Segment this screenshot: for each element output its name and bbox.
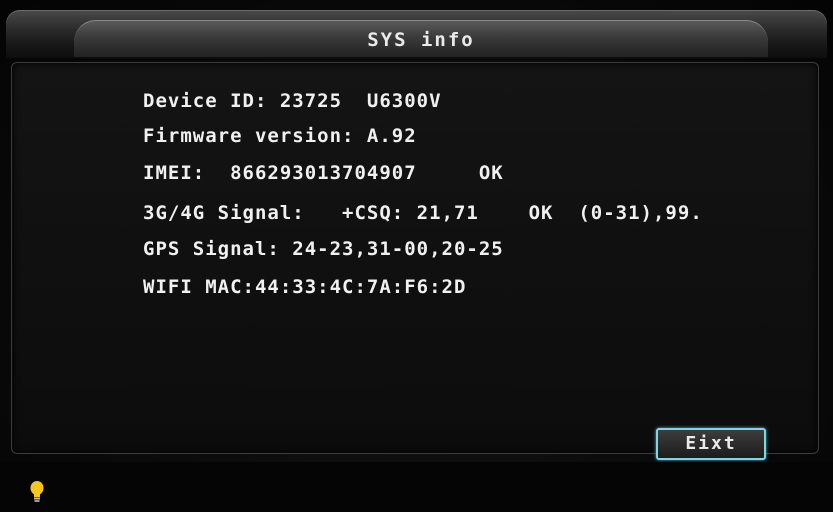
exit-button[interactable]: Eixt xyxy=(656,428,766,460)
window-title: SYS info xyxy=(367,29,475,51)
status-strip xyxy=(0,462,833,512)
dvr-screen: SYS info Device ID: 23725 U6300V Firmwar… xyxy=(0,0,833,512)
device-id-line: Device ID: 23725 U6300V xyxy=(143,90,442,112)
gps-signal-line: GPS Signal: 24-23,31-00,20-25 xyxy=(143,238,504,260)
wifi-mac-line: WIFI MAC:44:33:4C:7A:F6:2D xyxy=(143,276,467,298)
signal-line: 3G/4G Signal: +CSQ: 21,71 OK (0-31),99. xyxy=(143,202,703,224)
title-bar: SYS info xyxy=(6,10,827,58)
imei-line: IMEI: 866293013704907 OK xyxy=(143,162,504,184)
firmware-version-line: Firmware version: A.92 xyxy=(143,125,417,147)
lightbulb-icon xyxy=(30,481,44,502)
